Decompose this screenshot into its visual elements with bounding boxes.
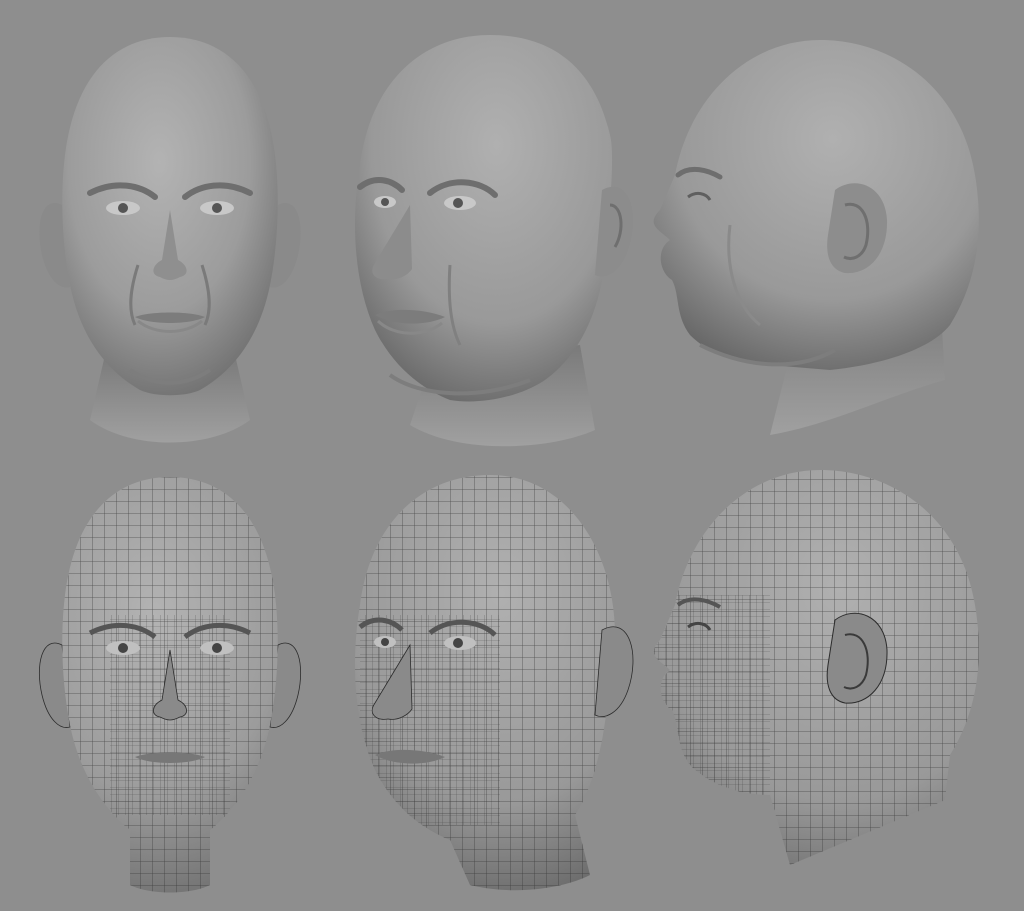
- head-three-quarter-shaded: [330, 25, 640, 465]
- head-profile-shaded: [630, 25, 1010, 455]
- head-profile-wireframe: [630, 455, 1010, 895]
- head-front-shaded: [20, 25, 320, 465]
- render-canvas: [0, 0, 1024, 911]
- head-three-quarter-wireframe: [330, 465, 640, 895]
- head-front-wireframe: [20, 465, 320, 895]
